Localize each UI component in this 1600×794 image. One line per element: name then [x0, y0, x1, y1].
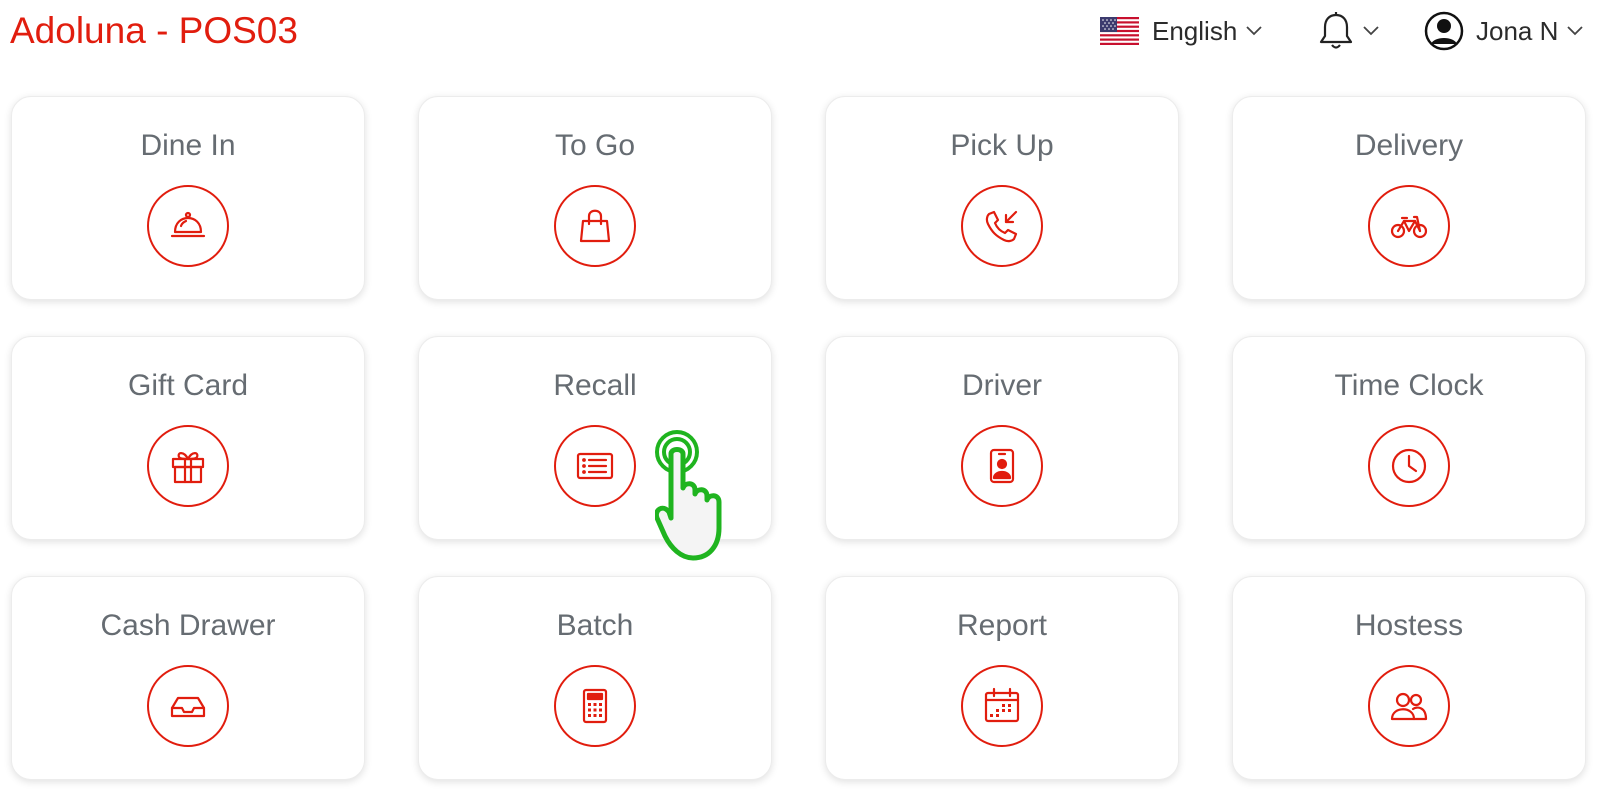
tile-driver[interactable]: Driver: [825, 336, 1179, 540]
tile-to-go[interactable]: To Go: [418, 96, 772, 300]
tile-label: Gift Card: [127, 369, 249, 402]
chevron-down-icon: [1246, 26, 1262, 36]
tile-cash-drawer[interactable]: Cash Drawer: [11, 576, 365, 780]
header-bar: Adoluna - POS03 English Jona N: [0, 0, 1600, 62]
user-menu[interactable]: Jona N: [1424, 10, 1584, 52]
shopping-bag-icon: [554, 185, 636, 267]
tile-pick-up[interactable]: Pick Up: [825, 96, 1179, 300]
clock-icon: [1368, 425, 1450, 507]
tile-delivery[interactable]: Delivery: [1232, 96, 1586, 300]
users-icon: [1368, 665, 1450, 747]
gift-icon: [147, 425, 229, 507]
tile-label: Batch: [556, 609, 634, 642]
tile-label: Recall: [553, 369, 637, 402]
tile-report[interactable]: Report: [825, 576, 1179, 780]
language-label: English: [1152, 15, 1238, 46]
tile-hostess[interactable]: Hostess: [1232, 576, 1586, 780]
calculator-icon: [554, 665, 636, 747]
tile-batch[interactable]: Batch: [418, 576, 772, 780]
language-selector[interactable]: English: [1100, 13, 1262, 49]
tile-label: Pick Up: [950, 129, 1054, 162]
incoming-call-icon: [961, 185, 1043, 267]
receipt-list-icon: [554, 425, 636, 507]
tile-label: To Go: [554, 129, 636, 162]
chevron-down-icon: [1567, 26, 1584, 36]
function-grid: Dine In To Go Pick Up Delivery Gift Card…: [11, 96, 1586, 780]
id-badge-icon: [961, 425, 1043, 507]
tile-gift-card[interactable]: Gift Card: [11, 336, 365, 540]
notifications-button[interactable]: [1318, 10, 1379, 52]
user-circle-icon: [1424, 11, 1464, 51]
tile-label: Time Clock: [1334, 369, 1484, 402]
bell-icon: [1319, 12, 1353, 49]
tile-recall[interactable]: Recall: [418, 336, 772, 540]
calendar-icon: [961, 665, 1043, 747]
user-name: Jona N: [1476, 15, 1559, 46]
tile-label: Hostess: [1354, 609, 1464, 642]
chevron-down-icon: [1363, 26, 1379, 36]
inbox-tray-icon: [147, 665, 229, 747]
food-cloche-icon: [147, 185, 229, 267]
app-title: Adoluna - POS03: [10, 10, 298, 51]
tile-time-clock[interactable]: Time Clock: [1232, 336, 1586, 540]
tile-label: Report: [956, 609, 1048, 642]
tile-label: Driver: [962, 369, 1042, 402]
us-flag-icon: [1100, 17, 1139, 45]
tile-label: Delivery: [1354, 129, 1464, 162]
tile-label: Cash Drawer: [100, 609, 276, 642]
tile-dine-in[interactable]: Dine In: [11, 96, 365, 300]
bicycle-icon: [1368, 185, 1450, 267]
tile-label: Dine In: [140, 129, 236, 162]
